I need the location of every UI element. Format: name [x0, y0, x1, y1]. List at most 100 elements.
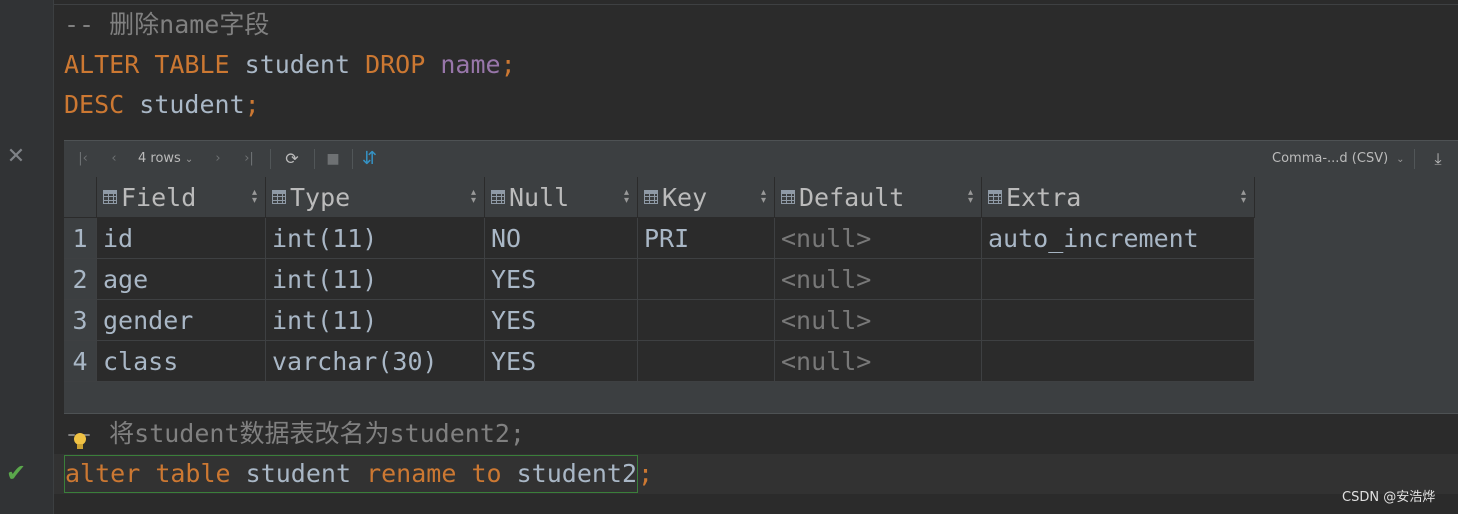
sql-keyword: alter	[65, 459, 141, 488]
chevron-down-icon: ⌄	[184, 154, 194, 165]
row-number: 4	[64, 340, 97, 382]
results-toolbar: |‹ ‹ 4 rows ⌄ › ›| ⟳ ■ ⇵ Comma-...d (CSV)…	[64, 141, 1458, 177]
code-line-comment-rename[interactable]: -- 将student数据表改名为student2;	[64, 414, 525, 454]
chevron-down-icon: ⌄	[1396, 154, 1405, 165]
code-line-alter-rename[interactable]: alter table student rename to student2;	[64, 454, 654, 493]
cell-null[interactable]: YES	[484, 299, 638, 341]
toolbar-separator	[314, 149, 315, 169]
sql-identifier: student	[245, 459, 352, 488]
sql-semicolon: ;	[638, 459, 654, 488]
sort-arrows-icon[interactable]: ▴ ▾	[968, 188, 973, 206]
cell-field[interactable]: age	[96, 258, 266, 300]
next-page-icon[interactable]: ›	[210, 150, 226, 168]
sql-semicolon: ;	[500, 50, 516, 79]
column-header-extra[interactable]: Extra ▴ ▾	[981, 177, 1255, 218]
cell-type[interactable]: int(11)	[265, 217, 485, 259]
sql-keyword: ALTER	[64, 50, 140, 79]
sort-arrows-icon[interactable]: ▴ ▾	[1241, 188, 1246, 206]
sort-arrows-icon[interactable]: ▴ ▾	[624, 188, 629, 206]
cell-type[interactable]: varchar(30)	[265, 340, 485, 382]
watermark: CSDN @安浩烨	[1342, 490, 1436, 505]
sql-keyword: table	[155, 459, 231, 488]
sql-keyword: to	[471, 459, 502, 488]
sort-arrows-icon[interactable]: ▴ ▾	[252, 188, 257, 206]
stop-icon[interactable]: ■	[326, 150, 340, 168]
column-icon	[103, 189, 117, 204]
cell-type[interactable]: int(11)	[265, 299, 485, 341]
cell-type[interactable]: int(11)	[265, 258, 485, 300]
row-number: 1	[64, 217, 97, 259]
column-icon	[272, 189, 286, 204]
sort-icon[interactable]: ⇵	[362, 148, 386, 170]
cell-field[interactable]: gender	[96, 299, 266, 341]
cell-field[interactable]: id	[96, 217, 266, 259]
cell-extra[interactable]	[981, 299, 1255, 341]
column-header-field[interactable]: Field ▴ ▾	[96, 177, 266, 218]
table-row[interactable]: 2 age int(11) YES <null>	[64, 258, 1255, 300]
cell-key[interactable]: PRI	[637, 217, 775, 259]
download-icon[interactable]: ⤓	[1428, 148, 1448, 170]
cell-null[interactable]: NO	[484, 217, 638, 259]
row-number: 2	[64, 258, 97, 300]
executed-statement-highlight: alter table student rename to student2	[64, 455, 639, 493]
sql-keyword: DROP	[365, 50, 426, 79]
results-panel: |‹ ‹ 4 rows ⌄ › ›| ⟳ ■ ⇵ Comma-...d (CSV)…	[64, 140, 1458, 414]
export-format-label: Comma-...d (CSV)	[1272, 151, 1389, 166]
column-icon	[491, 189, 505, 204]
column-header-label: Key	[662, 182, 708, 212]
cell-default[interactable]: <null>	[774, 299, 982, 341]
table-row[interactable]: 4 class varchar(30) YES <null>	[64, 340, 1255, 382]
sql-keyword: TABLE	[154, 50, 230, 79]
sql-keyword: rename	[366, 459, 457, 488]
table-row[interactable]: 1 id int(11) NO PRI <null> auto_incremen…	[64, 217, 1255, 259]
row-number-header	[64, 177, 97, 218]
table-row[interactable]: 3 gender int(11) YES <null>	[64, 299, 1255, 341]
code-line-desc[interactable]: DESC student;	[64, 85, 260, 125]
cell-key[interactable]	[637, 258, 775, 300]
sql-identifier: student	[244, 50, 351, 79]
cell-null[interactable]: YES	[484, 258, 638, 300]
rows-count-label: 4 rows	[138, 151, 181, 166]
column-icon	[988, 189, 1002, 204]
rows-count-dropdown[interactable]: 4 rows ⌄	[138, 150, 193, 168]
column-header-label: Default	[799, 182, 905, 212]
lightbulb-icon[interactable]	[72, 433, 88, 453]
first-page-icon[interactable]: |‹	[74, 150, 92, 168]
column-header-label: Type	[290, 182, 351, 212]
cell-default[interactable]: <null>	[774, 340, 982, 382]
column-header-key[interactable]: Key ▴ ▾	[637, 177, 775, 218]
sql-column-name: name	[440, 50, 501, 79]
export-format-dropdown[interactable]: Comma-...d (CSV) ⌄	[1272, 150, 1405, 168]
results-table: Field ▴ ▾ Type ▴ ▾ Null ▴ ▾ Key ▴ ▾ Default ▴ ▾ Ex…	[64, 177, 1255, 382]
checkmark-icon: ✔	[5, 459, 27, 487]
cell-key[interactable]	[637, 299, 775, 341]
sql-keyword: DESC	[64, 90, 125, 119]
row-number: 3	[64, 299, 97, 341]
toolbar-separator	[270, 149, 271, 169]
toolbar-separator	[352, 149, 353, 169]
column-header-null[interactable]: Null ▴ ▾	[484, 177, 638, 218]
cell-default[interactable]: <null>	[774, 217, 982, 259]
cell-field[interactable]: class	[96, 340, 266, 382]
close-icon[interactable]: ✕	[6, 146, 26, 168]
sql-identifier: student2	[516, 459, 638, 488]
code-line-comment-drop[interactable]: -- 删除name字段	[64, 5, 269, 45]
column-header-default[interactable]: Default ▴ ▾	[774, 177, 982, 218]
column-icon	[781, 189, 795, 204]
cell-null[interactable]: YES	[484, 340, 638, 382]
sort-arrows-icon[interactable]: ▴ ▾	[761, 188, 766, 206]
cell-extra[interactable]	[981, 340, 1255, 382]
cell-extra[interactable]	[981, 258, 1255, 300]
code-line-alter-drop[interactable]: ALTER TABLE student DROP name;	[64, 45, 516, 85]
column-header-label: Field	[121, 182, 197, 212]
last-page-icon[interactable]: ›|	[240, 150, 258, 168]
cell-key[interactable]	[637, 340, 775, 382]
column-header-type[interactable]: Type ▴ ▾	[265, 177, 485, 218]
refresh-icon[interactable]: ⟳	[282, 150, 302, 168]
previous-page-icon[interactable]: ‹	[106, 150, 122, 168]
column-icon	[644, 189, 658, 204]
sort-arrows-icon[interactable]: ▴ ▾	[471, 188, 476, 206]
table-header-row: Field ▴ ▾ Type ▴ ▾ Null ▴ ▾ Key ▴ ▾ Default ▴ ▾ Ex…	[64, 177, 1255, 218]
cell-default[interactable]: <null>	[774, 258, 982, 300]
cell-extra[interactable]: auto_increment	[981, 217, 1255, 259]
